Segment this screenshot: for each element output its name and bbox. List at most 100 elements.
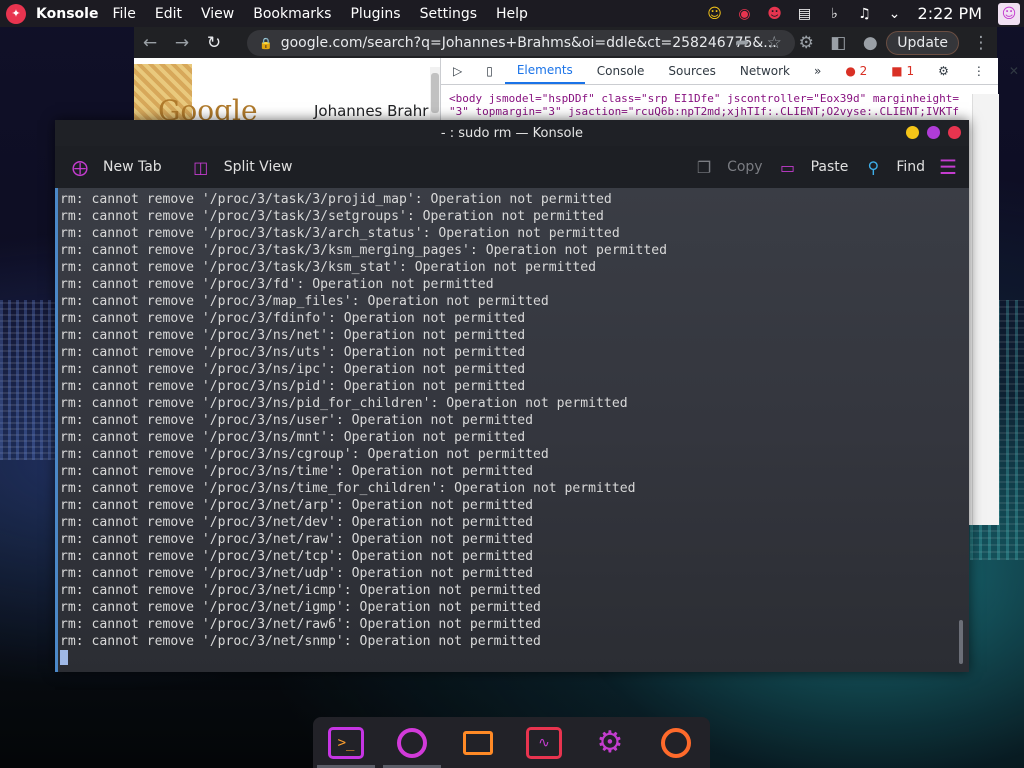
dock-dolphin[interactable]: [445, 717, 511, 768]
address-bar[interactable]: 🔒 google.com/search?q=Johannes+Brahms&oi…: [247, 30, 795, 56]
address-bar-url: google.com/search?q=Johannes+Brahms&oi=d…: [280, 35, 777, 51]
find-button[interactable]: ⚲ Find: [862, 156, 926, 178]
clipboard-icon[interactable]: ▤: [794, 3, 816, 25]
konsole-toolbar: ⨁ New Tab ◫ Split View ❐ Copy ▭ Paste ⚲ …: [55, 146, 969, 188]
new-tab-label: New Tab: [103, 159, 162, 175]
terminal-line: rm: cannot remove '/proc/3/task/3/projid…: [60, 192, 612, 207]
account-icon[interactable]: ☻: [764, 3, 786, 25]
terminal-line: rm: cannot remove '/proc/3/net/igmp': Op…: [60, 600, 541, 615]
terminal-line: rm: cannot remove '/proc/3/ns/net': Oper…: [60, 328, 526, 343]
menu-plugins[interactable]: Plugins: [350, 6, 400, 22]
dock-firefox[interactable]: [643, 717, 709, 768]
terminal-line: rm: cannot remove '/proc/3/task/3/arch_s…: [60, 226, 620, 241]
profile-avatar-icon[interactable]: ●: [854, 33, 886, 53]
terminal-view[interactable]: rm: cannot remove '/proc/3/task/3/projid…: [55, 188, 969, 672]
share-icon[interactable]: ➦: [726, 33, 758, 53]
kebab-menu-icon[interactable]: ⋮: [965, 33, 997, 53]
more-tabs-icon[interactable]: »: [802, 58, 833, 84]
window-buttons: [898, 126, 961, 139]
close-button[interactable]: [948, 126, 961, 139]
chrome-icon: [397, 727, 427, 758]
devtools-kebab-icon[interactable]: ⋮: [961, 58, 997, 84]
menu-file[interactable]: File: [112, 6, 135, 22]
sidepanel-icon[interactable]: ◧: [822, 33, 854, 53]
chevron-down-icon[interactable]: ⌄: [884, 3, 906, 25]
menu-bookmarks[interactable]: Bookmarks: [253, 6, 331, 22]
logout-icon[interactable]: ☺: [998, 2, 1020, 25]
search-icon: ⚲: [867, 157, 880, 177]
sync-icon[interactable]: ◉: [734, 3, 756, 25]
back-arrow-icon[interactable]: ←: [134, 33, 166, 53]
split-view-label: Split View: [223, 159, 293, 175]
chrome-toolbar: ← → ↻ 🔒 google.com/search?q=Johannes+Bra…: [134, 27, 997, 58]
split-view-icon: ◫: [193, 157, 209, 177]
bookmark-star-icon[interactable]: ☆: [758, 33, 790, 53]
terminal-output: rm: cannot remove '/proc/3/task/3/projid…: [60, 191, 667, 650]
terminal-line: rm: cannot remove '/proc/3/net/icmp': Op…: [60, 583, 541, 598]
tab-network[interactable]: Network: [728, 58, 802, 84]
copy-label: Copy: [727, 159, 763, 175]
device-toggle-icon[interactable]: ▯: [474, 58, 505, 84]
terminal-line: rm: cannot remove '/proc/3/ns/mnt': Oper…: [60, 430, 526, 445]
konsole-icon: >_: [328, 726, 364, 759]
app-logo-icon[interactable]: ✦: [6, 3, 26, 24]
terminal-line: rm: cannot remove '/proc/3/ns/pid': Oper…: [60, 379, 526, 394]
konsole-titlebar[interactable]: - : sudo rm — Konsole: [55, 120, 969, 146]
top-panel: ✦ Konsole File Edit View Bookmarks Plugi…: [0, 0, 1024, 27]
dock-system-monitor[interactable]: ∿: [511, 717, 577, 768]
hamburger-menu-icon[interactable]: ☰: [939, 155, 957, 179]
new-tab-button[interactable]: ⨁ New Tab: [69, 156, 162, 178]
terminal-line: rm: cannot remove '/proc/3/net/tcp': Ope…: [60, 549, 533, 564]
system-tray: ☺ ◉ ☻ ▤ ♭ ♫ ⌄ 2:22 PM ☺: [700, 0, 1024, 27]
terminal-line: rm: cannot remove '/proc/3/ns/uts': Oper…: [60, 345, 526, 360]
forward-arrow-icon[interactable]: →: [166, 33, 198, 53]
extensions-icon[interactable]: ⚙: [790, 33, 822, 53]
terminal-line: rm: cannot remove '/proc/3/net/arp': Ope…: [60, 498, 533, 513]
terminal-line: rm: cannot remove '/proc/3/ns/user': Ope…: [60, 413, 533, 428]
paste-button[interactable]: ▭ Paste: [777, 156, 848, 178]
split-view-button[interactable]: ◫ Split View: [190, 156, 293, 178]
error-count-badge[interactable]: ● 2: [833, 58, 879, 84]
terminal-line: rm: cannot remove '/proc/3/net/snmp': Op…: [60, 634, 541, 649]
terminal-line: rm: cannot remove '/proc/3/net/udp': Ope…: [60, 566, 533, 581]
terminal-line: rm: cannot remove '/proc/3/ns/ipc': Oper…: [60, 362, 526, 377]
terminal-line: rm: cannot remove '/proc/3/ns/pid_for_ch…: [60, 396, 628, 411]
dock-settings[interactable]: ⚙: [577, 717, 643, 768]
inspect-icon[interactable]: ▷: [441, 58, 474, 84]
terminal-line: rm: cannot remove '/proc/3/task/3/setgro…: [60, 209, 604, 224]
clock[interactable]: 2:22 PM: [918, 4, 982, 23]
tab-sources[interactable]: Sources: [656, 58, 727, 84]
terminal-line: rm: cannot remove '/proc/3/ns/time': Ope…: [60, 464, 533, 479]
volume-icon[interactable]: ♫: [854, 3, 876, 25]
elements-tree[interactable]: <body jsmodel="hspDDf" class="srp EI1Dfe…: [449, 92, 959, 118]
minimize-button[interactable]: [906, 126, 919, 139]
terminal-line: rm: cannot remove '/proc/3/ns/time_for_c…: [60, 481, 636, 496]
copy-button[interactable]: ❐ Copy: [693, 156, 763, 178]
tab-elements[interactable]: Elements: [504, 58, 585, 84]
microphone-icon[interactable]: ♭: [824, 3, 846, 25]
dock-konsole[interactable]: >_: [313, 717, 379, 768]
result-heading[interactable]: Johannes Brahr: [314, 102, 428, 120]
konsole-toolbar-right: ❐ Copy ▭ Paste ⚲ Find ☰: [679, 146, 957, 188]
terminal-scrollbar[interactable]: [959, 620, 963, 664]
menu-settings[interactable]: Settings: [420, 6, 477, 22]
devtools-close-icon[interactable]: ✕: [997, 58, 1024, 84]
system-monitor-icon: ∿: [526, 726, 562, 759]
warning-count-badge[interactable]: ■ 1: [879, 58, 926, 84]
dock-chrome[interactable]: [379, 717, 445, 768]
devtools-side-pane: [972, 94, 999, 525]
update-button[interactable]: Update: [886, 30, 959, 55]
new-tab-icon: ⨁: [72, 157, 88, 177]
maximize-button[interactable]: [927, 126, 940, 139]
tab-console[interactable]: Console: [585, 58, 657, 84]
terminal-line: rm: cannot remove '/proc/3/fd': Operatio…: [60, 277, 494, 292]
user-icon[interactable]: ☺: [704, 3, 726, 25]
menu-help[interactable]: Help: [496, 6, 528, 22]
menu-edit[interactable]: Edit: [155, 6, 182, 22]
chrome-right-buttons: ➦ ☆ ⚙ ◧ ● Update ⋮: [726, 27, 997, 58]
code-line: <body jsmodel="hspDDf" class="srp EI1Dfe…: [449, 92, 959, 105]
error-count: 2: [859, 64, 868, 78]
menu-view[interactable]: View: [201, 6, 234, 22]
devtools-settings-icon[interactable]: ⚙: [926, 58, 961, 84]
reload-icon[interactable]: ↻: [198, 33, 230, 53]
